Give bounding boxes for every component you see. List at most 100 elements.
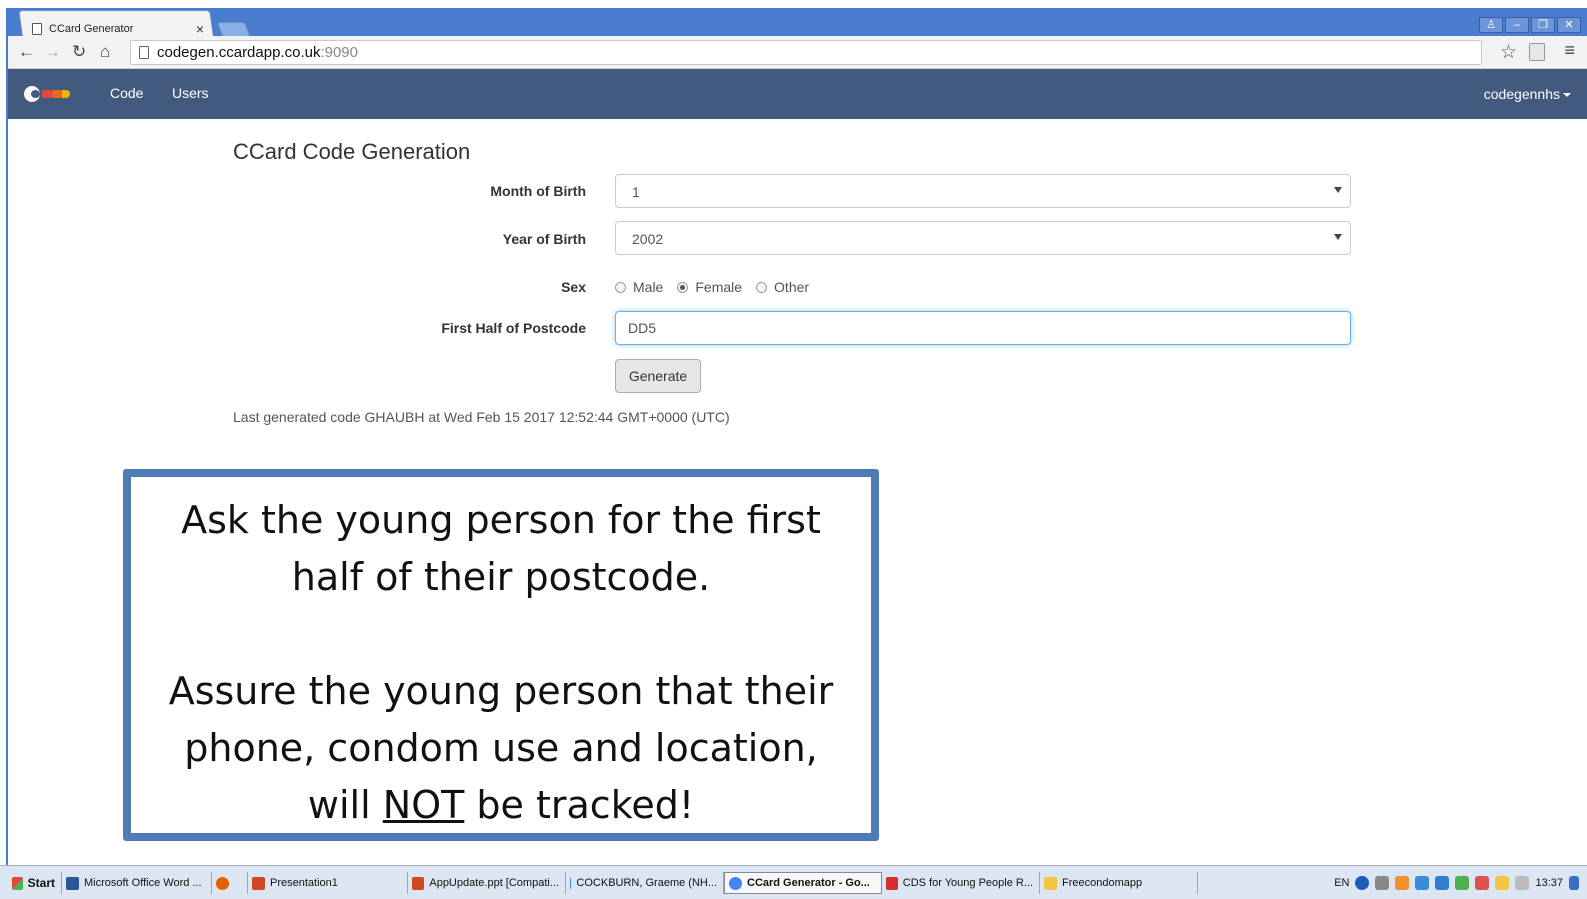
taskbar-item-ccard[interactable]: CCard Generator - Go... bbox=[724, 872, 882, 894]
tray-app-icon[interactable] bbox=[1415, 876, 1430, 890]
radio-female[interactable]: Female bbox=[677, 279, 742, 295]
month-select[interactable]: 1 bbox=[615, 174, 1351, 208]
nav-link-code[interactable]: Code bbox=[110, 85, 143, 101]
home-icon[interactable]: ⌂ bbox=[100, 42, 110, 62]
task-label: Presentation1 bbox=[270, 877, 338, 889]
radio-other[interactable]: Other bbox=[756, 279, 809, 295]
task-label: AppUpdate.ppt [Compati... bbox=[429, 877, 559, 889]
powerpoint-icon bbox=[412, 876, 425, 890]
last-generated-status: Last generated code GHAUBH at Wed Feb 15… bbox=[233, 409, 730, 425]
caret-down-icon bbox=[1563, 93, 1571, 98]
callout-line: will NOT be tracked! bbox=[131, 777, 871, 834]
browser-toolbar: ← → ↻ ⌂ codegen.ccardapp.co.uk:9090 ☆ ≡ bbox=[8, 36, 1587, 69]
taskbar-item-firefox[interactable] bbox=[212, 872, 248, 894]
taskbar-item-word[interactable]: Microsoft Office Word ... bbox=[62, 872, 212, 894]
tray-app-icon[interactable] bbox=[1395, 876, 1410, 890]
back-arrow-icon[interactable]: ← bbox=[18, 42, 35, 62]
windows-logo-icon bbox=[12, 876, 23, 890]
radio-label-other: Other bbox=[774, 279, 810, 295]
taskbar-item-presentation[interactable]: Presentation1 bbox=[248, 872, 408, 894]
folder-icon bbox=[1044, 876, 1057, 890]
callout-text: be tracked! bbox=[464, 783, 695, 827]
year-value: 2002 bbox=[632, 231, 664, 247]
dropdown-arrow-icon bbox=[1334, 234, 1342, 240]
browser-tab-strip: CCard Generator × ♙ – ❐ ✕ bbox=[8, 8, 1587, 39]
taskbar-items: Start Microsoft Office Word ... Presenta… bbox=[8, 872, 1198, 894]
url-host: codegen.ccardapp.co.uk bbox=[157, 44, 321, 61]
bookmark-star-icon[interactable]: ☆ bbox=[1500, 41, 1517, 64]
radio-male[interactable]: Male bbox=[615, 279, 663, 295]
generate-button[interactable]: Generate bbox=[615, 359, 701, 393]
restore-icon[interactable]: ❐ bbox=[1531, 17, 1555, 33]
taskbar-item-cockburn[interactable]: COCKBURN, Graeme (NH... bbox=[566, 872, 724, 894]
forward-arrow-icon[interactable]: → bbox=[44, 42, 61, 62]
word-icon bbox=[66, 876, 79, 890]
user-icon[interactable]: ♙ bbox=[1479, 17, 1503, 33]
tab-close-icon[interactable]: × bbox=[196, 21, 204, 37]
tab-title: CCard Generator bbox=[49, 23, 134, 35]
callout-emphasis: NOT bbox=[382, 783, 465, 827]
powerpoint-icon bbox=[252, 876, 265, 890]
callout-line: Assure the young person that their bbox=[168, 669, 834, 713]
user-name: codegennhs bbox=[1483, 86, 1560, 102]
callout-line: half of their postcode. bbox=[291, 555, 711, 599]
instruction-callout: Ask the young person for the first half … bbox=[123, 469, 879, 841]
reload-icon[interactable]: ↻ bbox=[72, 42, 86, 62]
postcode-label: First Half of Postcode bbox=[441, 320, 586, 336]
extension-icon[interactable] bbox=[1529, 43, 1545, 61]
radio-button[interactable] bbox=[756, 281, 768, 293]
user-menu[interactable]: codegennhs bbox=[1484, 86, 1571, 102]
callout-text: will bbox=[307, 783, 383, 827]
menu-icon[interactable]: ≡ bbox=[1564, 40, 1575, 61]
month-value: 1 bbox=[632, 184, 640, 200]
tray-app-icon[interactable] bbox=[1435, 876, 1450, 890]
volume-icon[interactable] bbox=[1515, 876, 1530, 890]
task-label: Microsoft Office Word ... bbox=[84, 877, 202, 889]
radio-label-male: Male bbox=[633, 279, 664, 295]
chrome-icon bbox=[570, 876, 572, 890]
tray-app-icon[interactable] bbox=[1455, 876, 1470, 890]
taskbar-item-cds[interactable]: CDS for Young People R... bbox=[882, 872, 1040, 894]
callout-line: phone, condom use and location, bbox=[184, 726, 818, 770]
close-icon[interactable]: ✕ bbox=[1557, 17, 1581, 33]
task-label: CDS for Young People R... bbox=[902, 877, 1033, 889]
nav-link-users[interactable]: Users bbox=[172, 85, 209, 101]
tray-app-icon[interactable] bbox=[1495, 876, 1510, 890]
radio-label-female: Female bbox=[695, 279, 743, 295]
callout-line: Ask the young person for the first bbox=[181, 498, 821, 542]
year-select[interactable]: 2002 bbox=[615, 221, 1351, 255]
language-indicator[interactable]: EN bbox=[1334, 877, 1349, 889]
clock[interactable]: 13:37 bbox=[1535, 877, 1563, 889]
url-port: :9090 bbox=[320, 44, 358, 61]
task-label: Freecondomapp bbox=[1062, 877, 1143, 889]
sex-label: Sex bbox=[561, 279, 586, 295]
ccard-logo[interactable] bbox=[24, 86, 70, 102]
firefox-icon bbox=[216, 876, 229, 890]
taskbar-item-freecondomapp[interactable]: Freecondomapp bbox=[1040, 872, 1198, 894]
network-icon[interactable] bbox=[1375, 876, 1390, 890]
radio-button[interactable] bbox=[615, 281, 626, 293]
page-icon bbox=[139, 46, 149, 59]
year-label: Year of Birth bbox=[502, 231, 586, 247]
page-icon bbox=[32, 23, 42, 35]
month-label: Month of Birth bbox=[490, 183, 586, 199]
radio-button-selected[interactable] bbox=[677, 281, 689, 293]
task-label: CCard Generator - Go... bbox=[747, 877, 870, 889]
start-button[interactable]: Start bbox=[8, 872, 62, 894]
taskbar: Start Microsoft Office Word ... Presenta… bbox=[0, 865, 1587, 899]
dropdown-arrow-icon bbox=[1334, 187, 1342, 193]
taskbar-item-appupdate[interactable]: AppUpdate.ppt [Compati... bbox=[408, 872, 566, 894]
help-icon[interactable] bbox=[1355, 876, 1370, 890]
window-frame bbox=[6, 8, 8, 870]
address-bar[interactable]: codegen.ccardapp.co.uk:9090 bbox=[130, 40, 1482, 65]
task-label: COCKBURN, Graeme (NH... bbox=[576, 877, 717, 889]
minimize-icon[interactable]: – bbox=[1505, 17, 1529, 33]
start-label: Start bbox=[27, 876, 55, 890]
show-desktop-icon[interactable] bbox=[1569, 876, 1579, 890]
system-tray: EN 13:37 bbox=[1334, 872, 1579, 894]
tray-app-icon[interactable] bbox=[1475, 876, 1490, 890]
pdf-icon bbox=[886, 876, 898, 890]
postcode-input[interactable] bbox=[615, 311, 1351, 345]
app-navbar: Code Users codegennhs bbox=[8, 69, 1587, 119]
window-controls: ♙ – ❐ ✕ bbox=[1479, 17, 1581, 33]
